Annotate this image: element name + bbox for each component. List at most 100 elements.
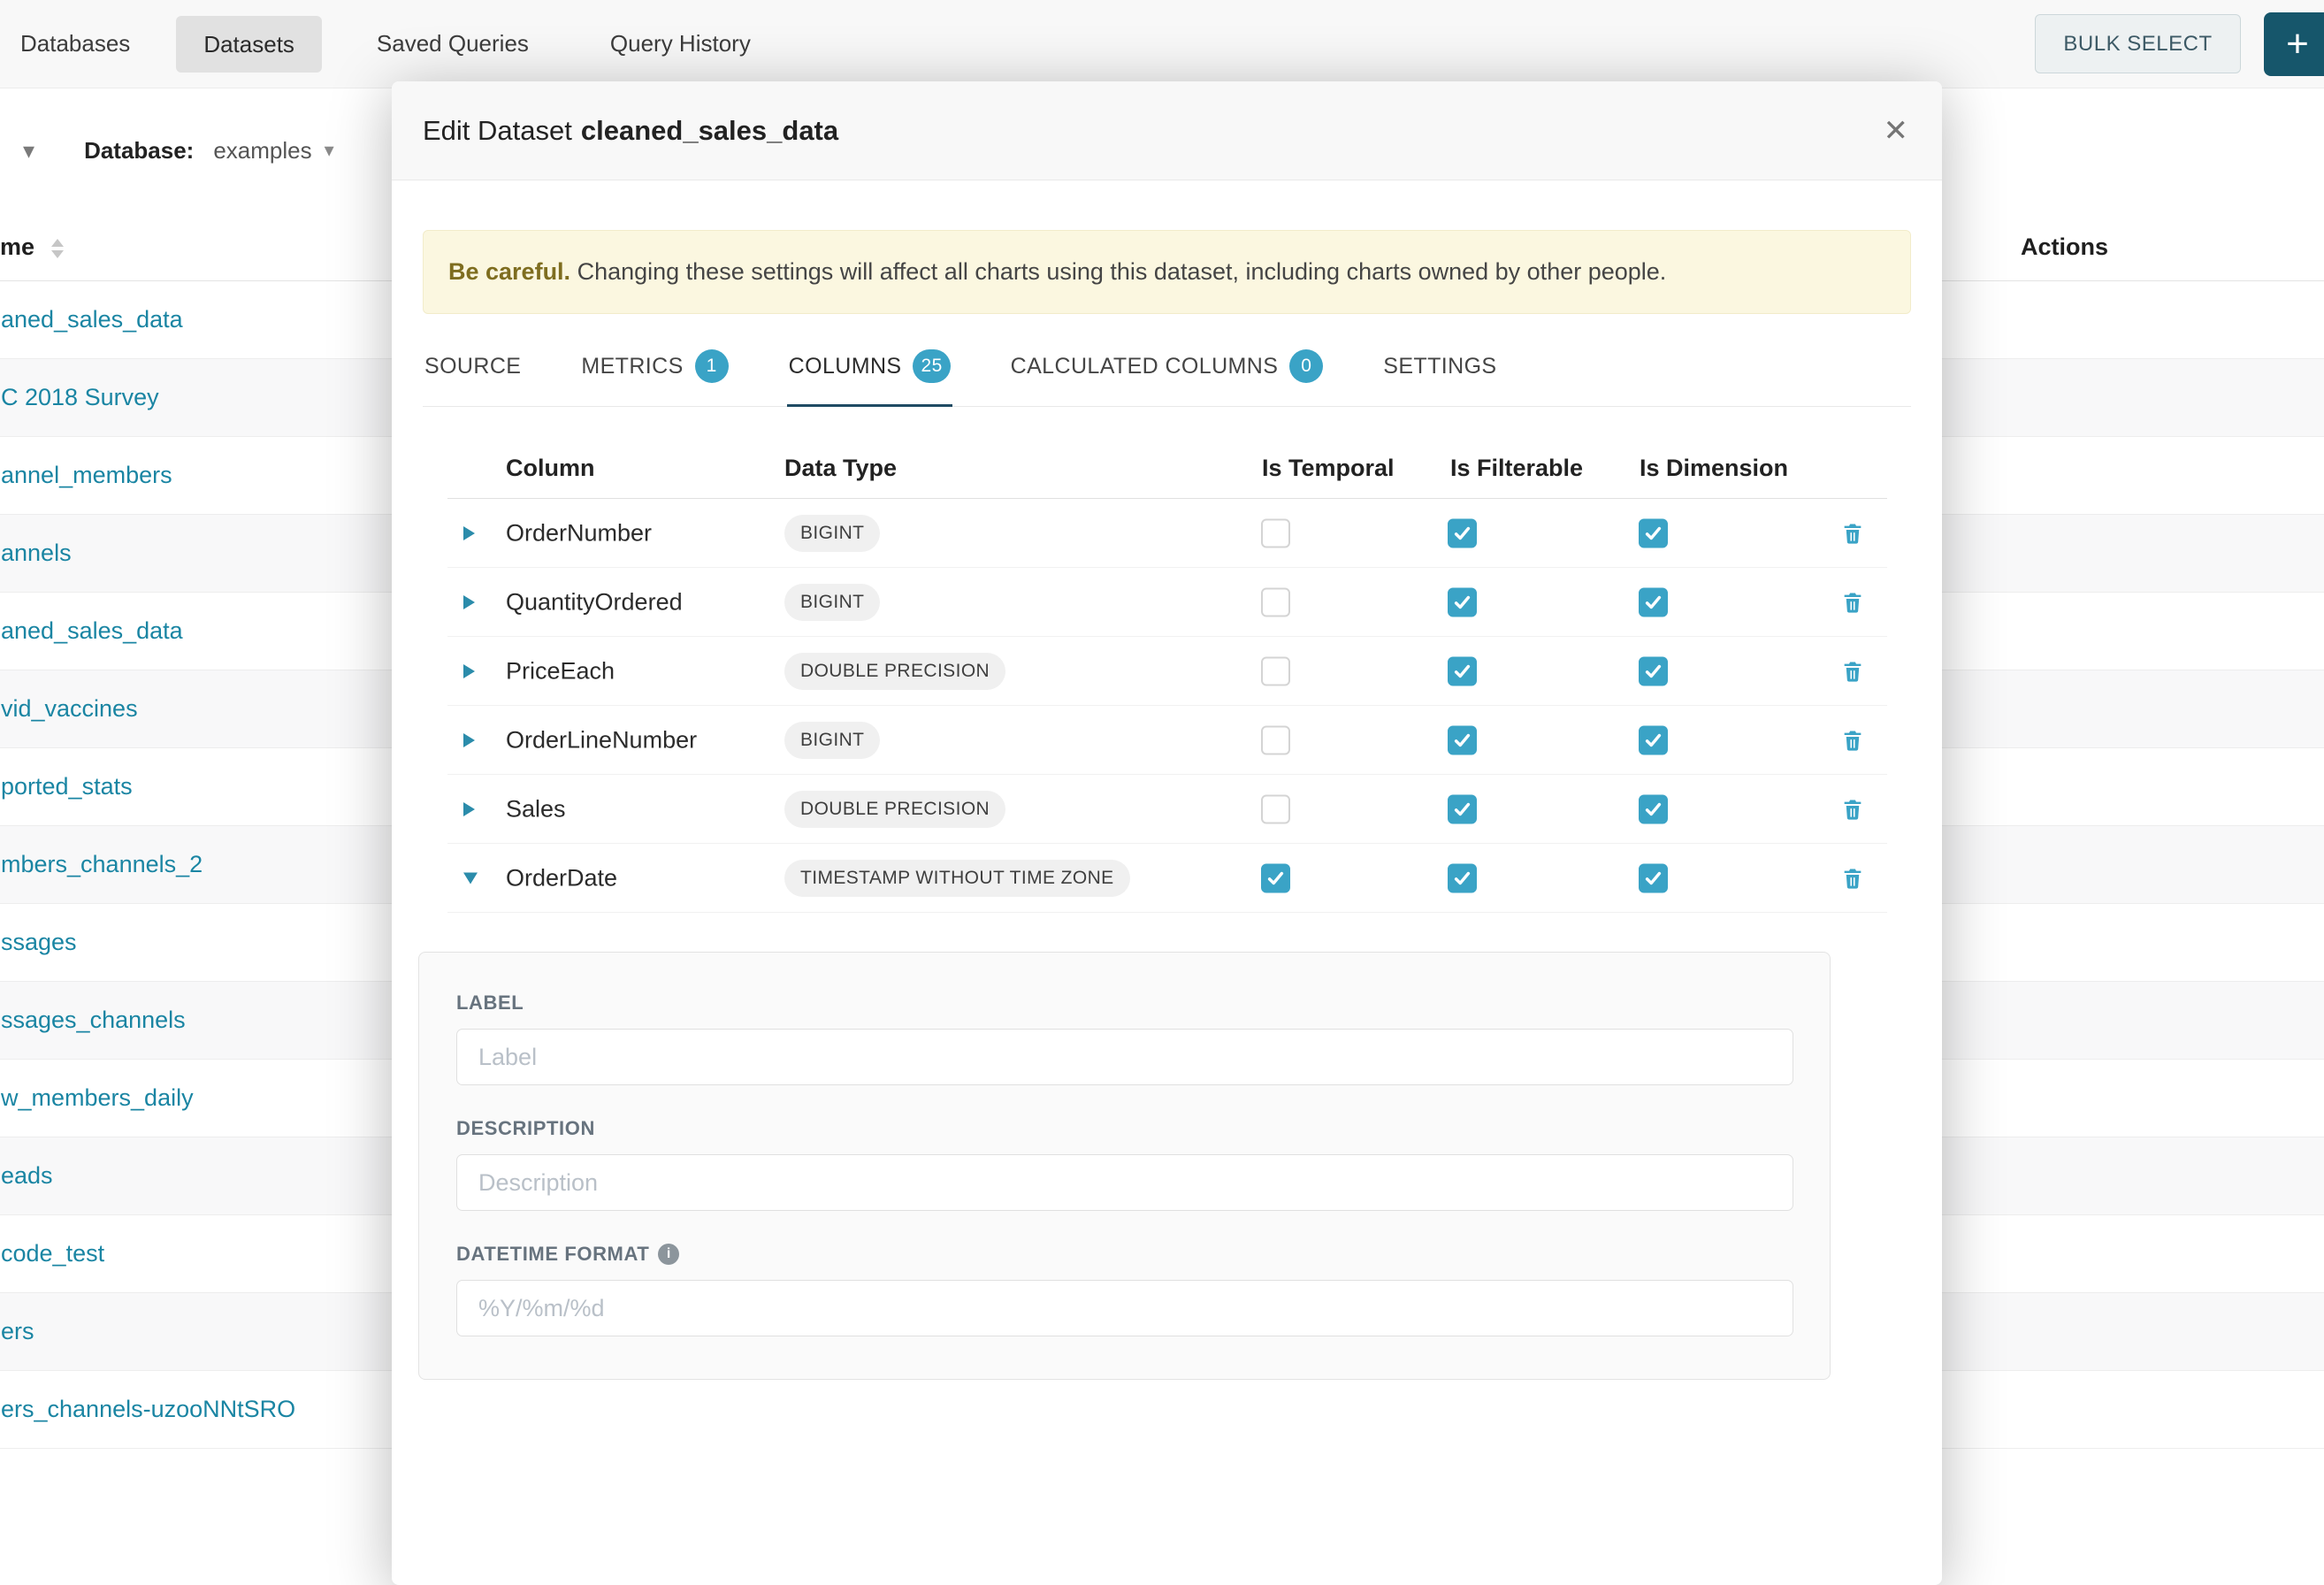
description-field-label: DESCRIPTION <box>456 1117 1794 1140</box>
actions-column-header: Actions <box>2021 234 2108 261</box>
is-temporal-checkbox[interactable] <box>1261 587 1290 616</box>
column-name: OrderLineNumber <box>506 726 697 754</box>
is-temporal-checkbox[interactable] <box>1261 725 1290 754</box>
dataset-link[interactable]: ported_stats <box>0 773 133 800</box>
expand-caret-icon[interactable] <box>463 802 475 816</box>
is-dimension-checkbox[interactable] <box>1639 656 1668 685</box>
tab-bar: SOURCE METRICS 1 COLUMNS 25 CALCULATED C… <box>423 335 1911 407</box>
is-temporal-checkbox[interactable] <box>1261 518 1290 547</box>
dataset-link[interactable]: aned_sales_data <box>0 617 183 645</box>
column-detail-panel: LABEL DESCRIPTION DATETIME FORMAT i <box>418 952 1831 1380</box>
nav-query-history[interactable]: Query History <box>610 30 751 57</box>
tab-calculated-columns-label: CALCULATED COLUMNS <box>1011 354 1279 379</box>
delete-column-icon[interactable] <box>1840 590 1865 615</box>
is-dimension-checkbox[interactable] <box>1639 863 1668 892</box>
tab-calculated-columns[interactable]: CALCULATED COLUMNS 0 <box>1009 335 1326 407</box>
dataset-link[interactable]: vid_vaccines <box>0 695 138 723</box>
expand-caret-icon[interactable] <box>463 526 475 540</box>
delete-column-icon[interactable] <box>1840 728 1865 753</box>
expand-caret-icon[interactable] <box>463 733 475 747</box>
is-dimension-checkbox[interactable] <box>1639 518 1668 547</box>
column-name: OrderDate <box>506 864 617 892</box>
column-row: OrderLineNumberBIGINT <box>447 706 1887 775</box>
tab-source[interactable]: SOURCE <box>423 335 523 407</box>
label-field-label-text: LABEL <box>456 992 524 1015</box>
dataset-link[interactable]: aned_sales_data <box>0 306 183 333</box>
modal-header: Edit Datasetcleaned_sales_data ✕ <box>392 81 1942 180</box>
is-temporal-checkbox[interactable] <box>1261 863 1290 892</box>
add-dataset-button[interactable]: + <box>2264 12 2324 76</box>
column-row: PriceEachDOUBLE PRECISION <box>447 637 1887 706</box>
calculated-columns-count-badge: 0 <box>1289 349 1323 383</box>
dataset-link[interactable]: annels <box>0 540 72 567</box>
dataset-link[interactable]: mbers_channels_2 <box>0 851 203 878</box>
column-name: QuantityOrdered <box>506 588 683 616</box>
is-filterable-checkbox[interactable] <box>1448 656 1477 685</box>
metrics-count-badge: 1 <box>695 349 729 383</box>
data-type-pill: DOUBLE PRECISION <box>784 791 1005 828</box>
is-temporal-checkbox[interactable] <box>1261 794 1290 823</box>
is-filterable-checkbox[interactable] <box>1448 725 1477 754</box>
chevron-down-icon[interactable]: ▾ <box>23 137 34 165</box>
is-temporal-checkbox[interactable] <box>1261 656 1290 685</box>
nav-datasets[interactable]: Datasets <box>176 16 322 73</box>
name-column-header[interactable]: me <box>0 234 34 261</box>
is-filterable-checkbox[interactable] <box>1448 794 1477 823</box>
nav-saved-queries[interactable]: Saved Queries <box>377 30 529 57</box>
tab-columns[interactable]: COLUMNS 25 <box>787 335 952 407</box>
column-row: OrderDateTIMESTAMP WITHOUT TIME ZONE <box>447 844 1887 913</box>
description-field-label-text: DESCRIPTION <box>456 1117 595 1140</box>
dataset-link[interactable]: code_test <box>0 1240 104 1267</box>
datetime-format-input[interactable] <box>456 1280 1793 1336</box>
tab-settings[interactable]: SETTINGS <box>1381 335 1498 407</box>
modal-title: Edit Datasetcleaned_sales_data <box>423 115 838 147</box>
nav-databases[interactable]: Databases <box>20 30 130 57</box>
tab-settings-label: SETTINGS <box>1383 354 1496 379</box>
is-filterable-checkbox[interactable] <box>1448 587 1477 616</box>
is-filterable-header: Is Filterable <box>1450 455 1583 482</box>
data-type-pill: BIGINT <box>784 584 880 621</box>
delete-column-icon[interactable] <box>1840 797 1865 822</box>
tab-source-label: SOURCE <box>424 354 521 379</box>
tab-metrics-label: METRICS <box>581 354 683 379</box>
info-icon: i <box>658 1244 679 1265</box>
is-dimension-header: Is Dimension <box>1640 455 1788 482</box>
is-dimension-checkbox[interactable] <box>1639 725 1668 754</box>
dataset-link[interactable]: ssages <box>0 929 77 956</box>
dataset-link[interactable]: annel_members <box>0 462 172 489</box>
expand-caret-icon[interactable] <box>463 664 475 678</box>
dataset-link[interactable]: ssages_channels <box>0 1007 186 1034</box>
database-filter-value[interactable]: examples <box>213 137 311 165</box>
tab-metrics[interactable]: METRICS 1 <box>579 335 730 407</box>
datetime-format-field-label: DATETIME FORMAT i <box>456 1243 1794 1266</box>
dataset-link[interactable]: eads <box>0 1162 53 1190</box>
column-name: PriceEach <box>506 657 615 685</box>
warning-banner: Be careful. Changing these settings will… <box>423 230 1911 314</box>
sort-icon[interactable] <box>51 239 64 258</box>
delete-column-icon[interactable] <box>1840 521 1865 546</box>
dataset-link[interactable]: w_members_daily <box>0 1084 194 1112</box>
delete-column-icon[interactable] <box>1840 659 1865 684</box>
is-filterable-checkbox[interactable] <box>1448 518 1477 547</box>
database-filter-label: Database: <box>84 137 194 165</box>
dataset-link[interactable]: ers_channels-uzooNNtSRO <box>0 1396 295 1423</box>
dataset-link[interactable]: ers <box>0 1318 34 1345</box>
label-input[interactable] <box>456 1029 1793 1085</box>
bulk-select-button[interactable]: BULK SELECT <box>2035 14 2241 73</box>
dataset-link[interactable]: C 2018 Survey <box>0 384 159 411</box>
column-row: SalesDOUBLE PRECISION <box>447 775 1887 844</box>
expand-caret-icon[interactable] <box>463 595 475 609</box>
is-dimension-checkbox[interactable] <box>1639 794 1668 823</box>
is-filterable-checkbox[interactable] <box>1448 863 1477 892</box>
description-input[interactable] <box>456 1154 1793 1211</box>
columns-count-badge: 25 <box>913 349 950 383</box>
close-icon[interactable]: ✕ <box>1884 116 1909 146</box>
warning-emphasis: Be careful. <box>448 258 570 285</box>
modal-body: Be careful. Changing these settings will… <box>392 230 1942 1380</box>
chevron-down-icon[interactable]: ▾ <box>325 139 334 162</box>
delete-column-icon[interactable] <box>1840 866 1865 891</box>
collapse-caret-icon[interactable] <box>463 872 478 884</box>
edit-dataset-modal: Edit Datasetcleaned_sales_data ✕ Be care… <box>392 81 1942 1585</box>
is-dimension-checkbox[interactable] <box>1639 587 1668 616</box>
data-type-header: Data Type <box>784 455 897 482</box>
